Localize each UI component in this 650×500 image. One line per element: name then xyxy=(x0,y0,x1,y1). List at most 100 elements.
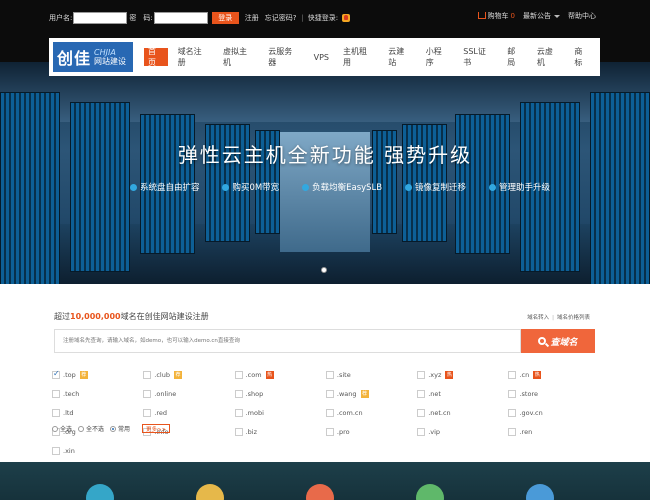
checkbox[interactable] xyxy=(508,408,517,417)
domain-search-button[interactable]: 查域名 xyxy=(521,329,595,353)
tld-option[interactable]: .site xyxy=(325,369,417,380)
password-input[interactable] xyxy=(153,11,208,24)
help-center-link[interactable]: 帮助中心 xyxy=(568,11,596,21)
tld-option[interactable]: .online xyxy=(143,388,234,399)
hero-banner[interactable]: 弹性云主机全新功能 强势升级 系统盘自由扩容 购买0M带宽 负载均衡EasySLB 镜… xyxy=(0,62,650,284)
checkbox[interactable] xyxy=(417,370,426,379)
checkbox[interactable] xyxy=(143,408,152,417)
checkbox[interactable] xyxy=(234,389,243,398)
tld-label: .pro xyxy=(336,427,350,436)
checkbox[interactable] xyxy=(234,408,243,417)
banner-feature: 镜像复制迁移 xyxy=(405,181,466,193)
tld-option[interactable]: .club 荐 xyxy=(143,369,234,380)
nav-item[interactable]: 邮局 xyxy=(503,47,527,67)
username-input[interactable] xyxy=(73,11,128,24)
tld-label: .net.cn xyxy=(428,408,451,417)
bullet-icon xyxy=(405,183,413,191)
tld-option[interactable]: .tech xyxy=(52,388,143,399)
tld-label: .xin xyxy=(63,446,75,455)
nav-item[interactable]: 虚拟主机 xyxy=(219,47,258,67)
forgot-password-link[interactable]: 忘记密码? xyxy=(265,13,297,23)
checkbox[interactable] xyxy=(325,427,334,436)
nav-item[interactable]: 域名注册 xyxy=(174,47,213,67)
checkbox[interactable] xyxy=(143,389,152,398)
checkbox[interactable] xyxy=(417,408,426,417)
tld-option[interactable]: .vip xyxy=(417,426,508,437)
nav-item[interactable]: SSL证书 xyxy=(459,47,497,67)
checkbox[interactable] xyxy=(52,408,60,417)
tld-option[interactable]: .store xyxy=(508,388,599,399)
tld-option[interactable]: .biz xyxy=(234,426,326,437)
tld-option[interactable]: .xin xyxy=(52,445,143,456)
tld-option[interactable]: .top荐 xyxy=(52,369,143,380)
checkbox[interactable] xyxy=(234,370,243,379)
checkbox[interactable] xyxy=(417,427,426,436)
radio[interactable] xyxy=(78,425,85,432)
service-icon[interactable] xyxy=(196,484,224,500)
announcement-dropdown[interactable]: 最新公告 xyxy=(523,11,560,21)
service-icon[interactable] xyxy=(526,484,554,500)
checkbox[interactable] xyxy=(52,369,60,379)
tld-option[interactable]: .wang 荐 xyxy=(325,388,417,399)
radio[interactable] xyxy=(52,425,58,432)
qq-login-icon[interactable] xyxy=(342,13,351,22)
register-link[interactable]: 注册 xyxy=(245,13,259,23)
checkbox[interactable] xyxy=(52,446,60,455)
banner-features: 系统盘自由扩容 购买0M带宽 负载均衡EasySLB 镜像复制迁移 管理助手升级 xyxy=(130,181,550,193)
feature-label: 系统盘自由扩容 xyxy=(140,183,200,193)
checkbox[interactable] xyxy=(417,389,426,398)
domain-price-link[interactable]: 域名价格列表 xyxy=(557,315,590,321)
server-rack xyxy=(70,102,130,272)
nav-item[interactable]: VPS xyxy=(310,48,333,66)
checkbox[interactable] xyxy=(143,370,152,379)
tld-option[interactable]: .cn 热 xyxy=(508,369,599,380)
checkbox[interactable] xyxy=(325,389,334,398)
tld-option[interactable]: .pro xyxy=(325,426,417,437)
domain-search-input[interactable] xyxy=(54,329,521,353)
nav-item[interactable]: 云服务器 xyxy=(264,47,303,67)
nav-item[interactable]: 云虚机 xyxy=(533,47,564,67)
tld-option[interactable]: .com.cn xyxy=(325,407,417,418)
tld-option[interactable]: .shop xyxy=(234,388,326,399)
service-icon[interactable] xyxy=(306,484,334,500)
nav-item[interactable]: 商标 xyxy=(570,47,594,67)
service-icon[interactable] xyxy=(86,484,114,500)
nav-item[interactable]: 首页 xyxy=(144,47,168,67)
tld-option[interactable]: .gov.cn xyxy=(508,407,599,418)
tld-label: .gov.cn xyxy=(519,408,543,417)
tld-option[interactable]: .ren xyxy=(508,426,599,437)
tld-option[interactable]: .net xyxy=(417,388,508,399)
recommend-badge: 荐 xyxy=(360,389,369,398)
checkbox[interactable] xyxy=(508,427,517,436)
tld-option[interactable]: .net.cn xyxy=(417,407,508,418)
radio[interactable] xyxy=(110,425,117,432)
login-button[interactable]: 登录 xyxy=(211,11,239,24)
service-icon[interactable] xyxy=(416,484,444,500)
checkbox[interactable] xyxy=(325,408,334,417)
site-logo[interactable]: 创佳 CHJIA 网站建设 xyxy=(53,42,133,72)
cart-icon xyxy=(477,12,486,19)
tld-option[interactable]: .com 热 xyxy=(234,369,326,380)
select-all-option[interactable]: 全选 xyxy=(52,424,72,433)
select-none-label: 全不选 xyxy=(86,426,105,433)
domain-transfer-link[interactable]: 域名转入 xyxy=(527,315,549,321)
tld-option[interactable]: .red xyxy=(143,407,234,418)
tld-option[interactable]: .ltd xyxy=(52,407,143,418)
checkbox[interactable] xyxy=(508,389,517,398)
bullet-icon xyxy=(222,183,230,191)
select-none-option[interactable]: 全不选 xyxy=(78,424,104,433)
nav-item[interactable]: 主机租用 xyxy=(339,47,378,67)
carousel-indicator[interactable] xyxy=(321,267,327,273)
tld-label: .net xyxy=(428,389,441,398)
nav-item[interactable]: 小程序 xyxy=(422,47,453,67)
tld-option[interactable]: .mobi xyxy=(234,407,326,418)
more-tlds-button[interactable]: 更多>> xyxy=(142,424,171,433)
common-option[interactable]: 常用 xyxy=(110,424,130,433)
checkbox[interactable] xyxy=(234,427,243,436)
tld-option[interactable]: .xyz 热 xyxy=(417,369,508,380)
checkbox[interactable] xyxy=(325,370,334,379)
cart-link[interactable]: 购物车 0 xyxy=(477,11,515,21)
nav-item[interactable]: 云建站 xyxy=(384,47,415,67)
checkbox[interactable] xyxy=(508,370,517,379)
checkbox[interactable] xyxy=(52,389,60,398)
